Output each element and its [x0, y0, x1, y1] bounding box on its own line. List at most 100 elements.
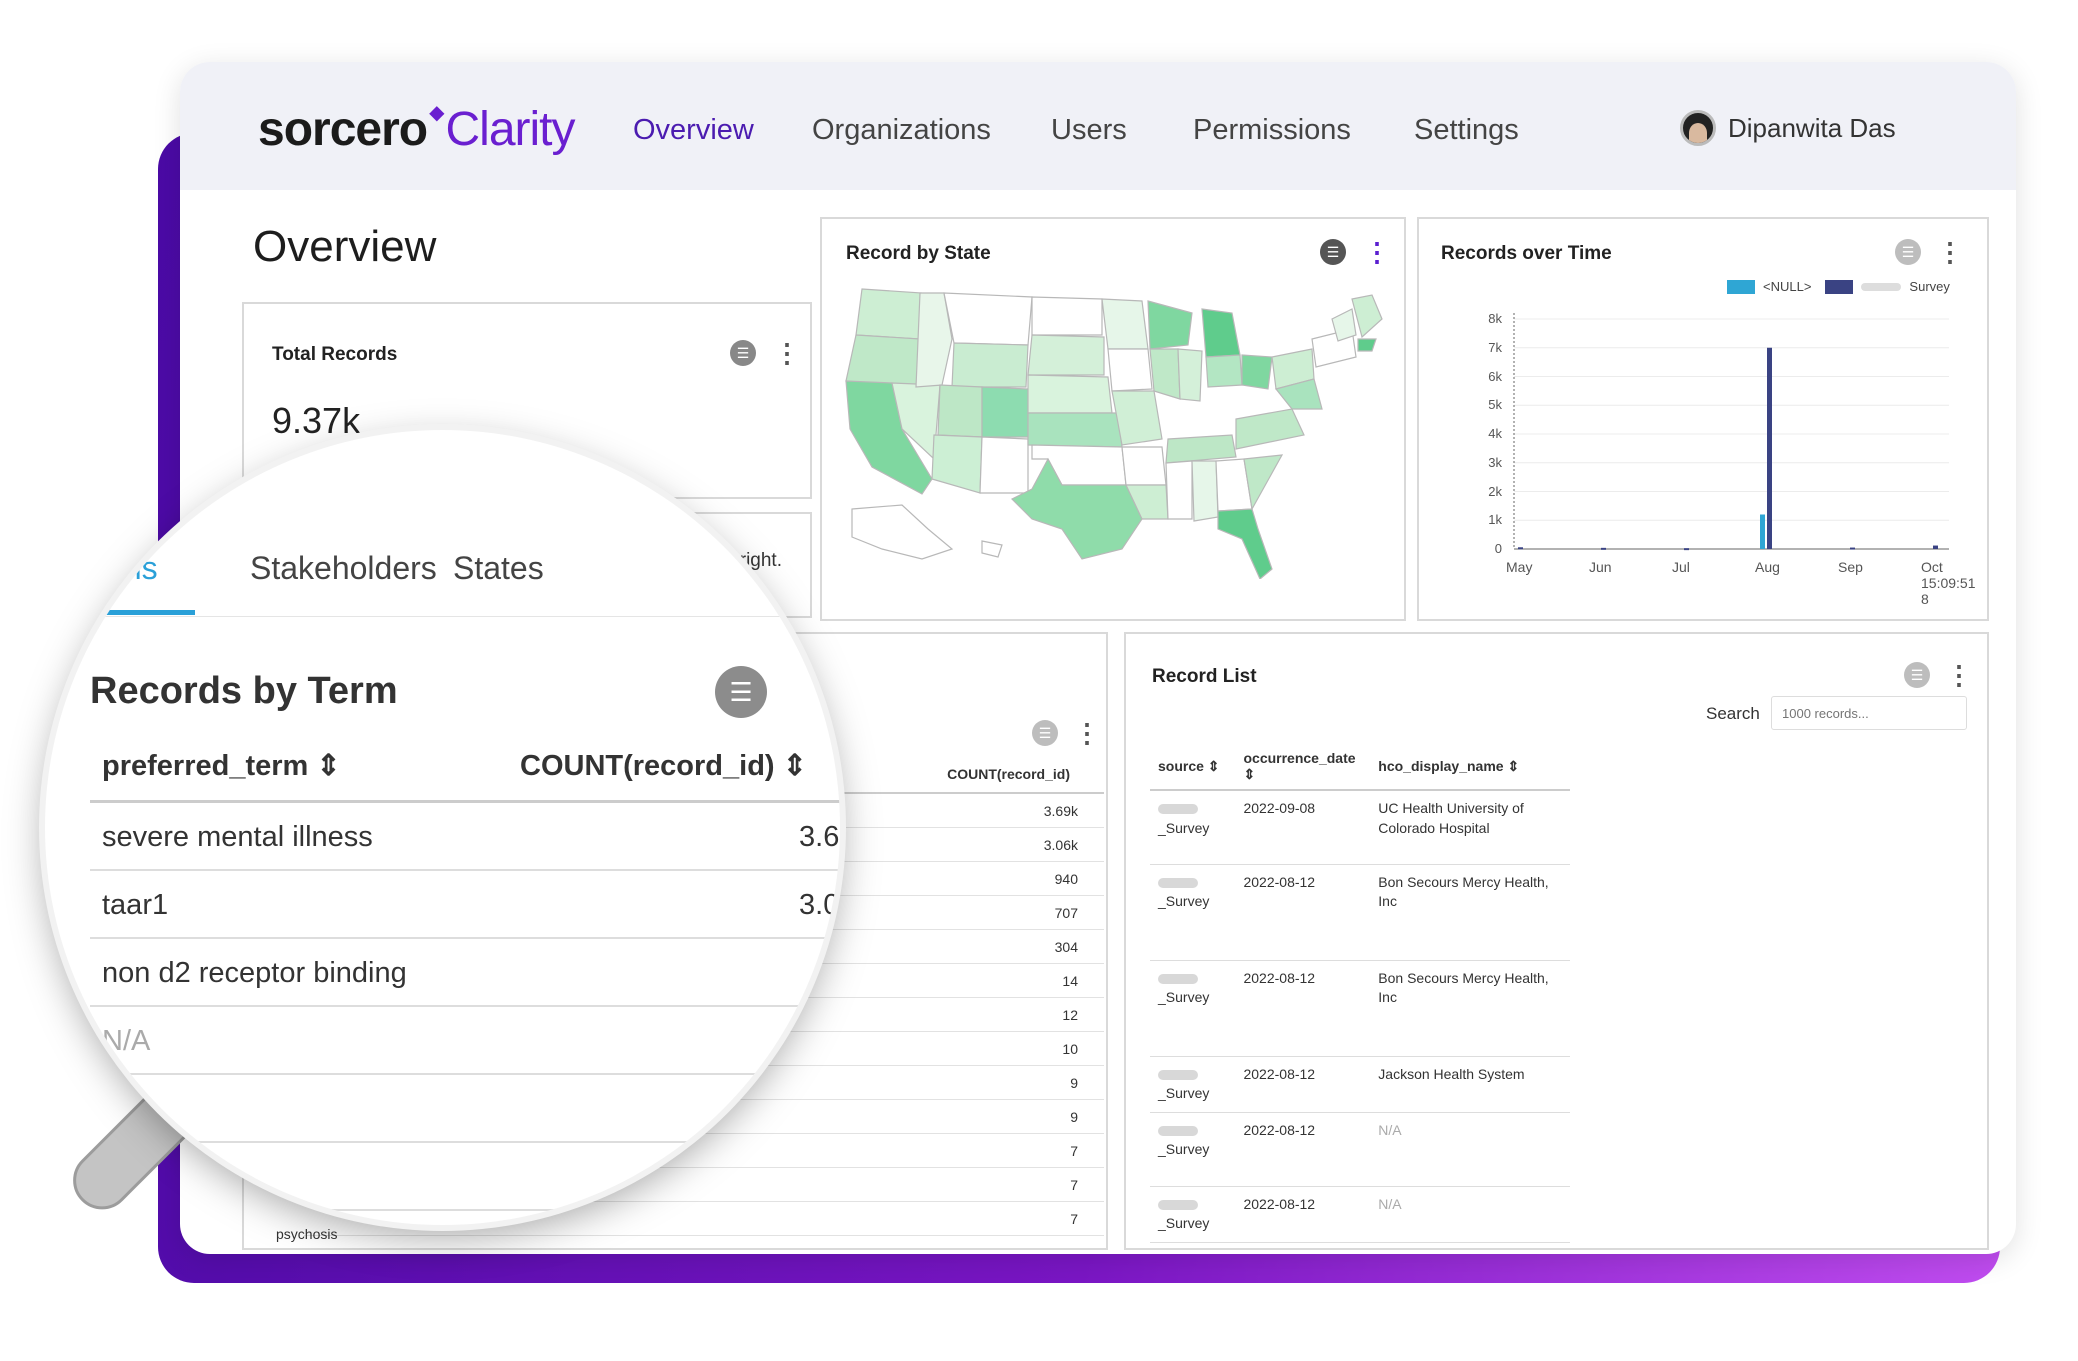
- cell-count: 940: [821, 957, 840, 989]
- nav-settings[interactable]: Settings: [1414, 114, 1519, 147]
- records-over-time-panel: Records over Time ☰ ⋮ <NULL> Survey 0 1k 2…: [1417, 217, 1989, 621]
- record-list-table: source ⇕ occurrence_date ⇕ hco_display_n…: [1150, 744, 1570, 1243]
- cell-preferred-term: taar1: [102, 889, 169, 921]
- table-row[interactable]: non d2 receptor binding 940: [90, 939, 840, 1007]
- chart-bar[interactable]: [1760, 514, 1765, 550]
- table-row[interactable]: N/A7: [90, 1007, 840, 1075]
- table-row[interactable]: _Survey 2022-08-12 N/A: [1150, 1112, 1570, 1187]
- table-row[interactable]: _Survey 2022-08-12 N/A: [1150, 1186, 1570, 1243]
- cell-occurrence-date: 2022-09-08: [1235, 790, 1371, 865]
- cell-preferred-term: ia: [102, 1161, 125, 1193]
- records-by-term-title: Records by Term: [90, 670, 398, 712]
- tab-stakeholders[interactable]: Stakeholders: [250, 550, 437, 587]
- table-row[interactable]: severe mental illness 3.69k: [90, 803, 840, 871]
- search-input[interactable]: [1771, 696, 1967, 730]
- table-row[interactable]: ront: [90, 1075, 840, 1143]
- filter-icon[interactable]: ☰: [1320, 239, 1346, 265]
- count-value: 940: [1054, 871, 1078, 887]
- records-over-time-chart[interactable]: [1419, 219, 1991, 623]
- table-row[interactable]: _Survey 2022-08-12 Bon Secours Mercy Healt…: [1150, 960, 1570, 1057]
- more-options-icon[interactable]: ⋮: [1364, 239, 1390, 265]
- record-list-title: Record List: [1152, 666, 1257, 687]
- count-value: 3.06k: [1043, 837, 1078, 853]
- cell-source: _Survey: [1150, 1186, 1236, 1243]
- logo-diamond-icon: ◆: [429, 102, 444, 124]
- record-by-state-panel: Record by State ☰ ⋮: [820, 217, 1406, 621]
- chart-bar[interactable]: [1767, 347, 1772, 549]
- cell-hco-display-name: Bon Secours Mercy Health, Inc: [1370, 864, 1570, 961]
- filter-icon[interactable]: ☰: [715, 666, 767, 718]
- avatar: [1680, 110, 1716, 146]
- count-value: 304: [1054, 939, 1078, 955]
- column-header-preferred-term[interactable]: preferred_term ⇕: [102, 748, 341, 783]
- tab-states[interactable]: States: [453, 550, 544, 587]
- us-states-map[interactable]: [832, 279, 1392, 579]
- count-value: 7: [1070, 1177, 1078, 1193]
- chart-bar[interactable]: [1684, 548, 1689, 551]
- cell-hco-display-name: UC Health University of Colorado Hospita…: [1370, 790, 1570, 865]
- filter-icon[interactable]: ☰: [1904, 662, 1930, 688]
- count-column-header: COUNT(record_id): [947, 766, 1070, 782]
- chart-bar[interactable]: [1933, 545, 1938, 549]
- chart-bar[interactable]: [1601, 547, 1606, 550]
- cell-preferred-term: severe mental illness: [102, 821, 373, 853]
- count-value: 9: [1070, 1075, 1078, 1091]
- cell-hco-display-name: Bon Secours Mercy Health, Inc: [1370, 960, 1570, 1057]
- cell-preferred-term: ront: [102, 1093, 152, 1125]
- logo-brand: sorcero: [258, 103, 428, 156]
- tab-terms[interactable]: ms: [115, 550, 158, 587]
- active-tab-indicator: [85, 610, 195, 615]
- column-header-source[interactable]: source ⇕: [1150, 744, 1236, 791]
- app-logo[interactable]: sorcero ◆Clarity: [258, 102, 576, 157]
- record-list-panel: Record List ☰ ⋮ Search source ⇕ occurren…: [1124, 632, 1989, 1250]
- more-options-icon[interactable]: ⋮: [1946, 662, 1972, 688]
- count-value: 10: [1062, 1041, 1078, 1057]
- tab-divider: [45, 616, 840, 617]
- cell-count: 3.06k: [799, 889, 840, 921]
- search-label: Search: [1706, 704, 1760, 723]
- record-by-state-title: Record by State: [846, 243, 991, 264]
- cell-preferred-term: non d2 receptor binding: [102, 957, 407, 989]
- table-row[interactable]: _Survey 2022-09-08 UC Health University of…: [1150, 790, 1570, 865]
- total-records-value: 9.37k: [272, 400, 361, 441]
- table-row[interactable]: _Survey 2022-08-12 Jackson Health System: [1150, 1056, 1570, 1113]
- table-header-row: source ⇕ occurrence_date ⇕ hco_display_n…: [1150, 744, 1570, 791]
- column-header-hco-display-name[interactable]: hco_display_name ⇕: [1370, 744, 1570, 791]
- user-name: Dipanwita Das: [1728, 112, 1896, 143]
- cell-hco-display-name: N/A: [1370, 1112, 1570, 1187]
- nav-overview[interactable]: Overview: [633, 114, 754, 147]
- cell-source: _Survey: [1150, 790, 1236, 865]
- table-row[interactable]: ia: [90, 1143, 840, 1211]
- cell-source: _Survey: [1150, 960, 1236, 1057]
- count-value: 9: [1070, 1109, 1078, 1125]
- cell-count: 3.69k: [799, 821, 840, 853]
- chart-bar[interactable]: [1850, 547, 1855, 550]
- filter-icon[interactable]: ☰: [730, 340, 756, 366]
- count-value: 3.69k: [1043, 803, 1078, 819]
- more-options-icon[interactable]: ⋮: [1074, 720, 1100, 746]
- logo-product: Clarity: [445, 103, 575, 156]
- cell-occurrence-date: 2022-08-12: [1235, 864, 1371, 961]
- table-row[interactable]: taar1 3.06k: [90, 871, 840, 939]
- user-menu[interactable]: Dipanwita Das: [1680, 110, 1896, 146]
- total-records-title: Total Records: [272, 344, 398, 365]
- nav-users[interactable]: Users: [1051, 114, 1127, 147]
- nav-organizations[interactable]: Organizations: [812, 114, 991, 147]
- cell-hco-display-name: Jackson Health System: [1370, 1056, 1570, 1113]
- count-value: 707: [1054, 905, 1078, 921]
- column-header-count[interactable]: COUNT(record_id) ⇕: [520, 748, 807, 783]
- column-header-occurrence-date[interactable]: occurrence_date ⇕: [1235, 744, 1371, 791]
- more-options-icon[interactable]: ⋮: [774, 340, 800, 366]
- count-value: 12: [1062, 1007, 1078, 1023]
- table-row[interactable]: _Survey 2022-08-12 Bon Secours Mercy Healt…: [1150, 864, 1570, 961]
- magnifier-lens: ms Stakeholders States Records by Term ☰…: [45, 430, 840, 1225]
- cell-occurrence-date: 2022-08-12: [1235, 960, 1371, 1057]
- cell-source: _Survey: [1150, 864, 1236, 961]
- filter-icon[interactable]: ☰: [1032, 720, 1058, 746]
- nav-permissions[interactable]: Permissions: [1193, 114, 1351, 147]
- cell-source: _Survey: [1150, 1056, 1236, 1113]
- chart-bar[interactable]: [1518, 547, 1523, 550]
- count-value: 7: [1070, 1143, 1078, 1159]
- top-navigation-bar: sorcero ◆Clarity Overview Organizations U…: [180, 62, 2016, 190]
- marketing-stage: sorcero ◆Clarity Overview Organizations U…: [0, 0, 2078, 1361]
